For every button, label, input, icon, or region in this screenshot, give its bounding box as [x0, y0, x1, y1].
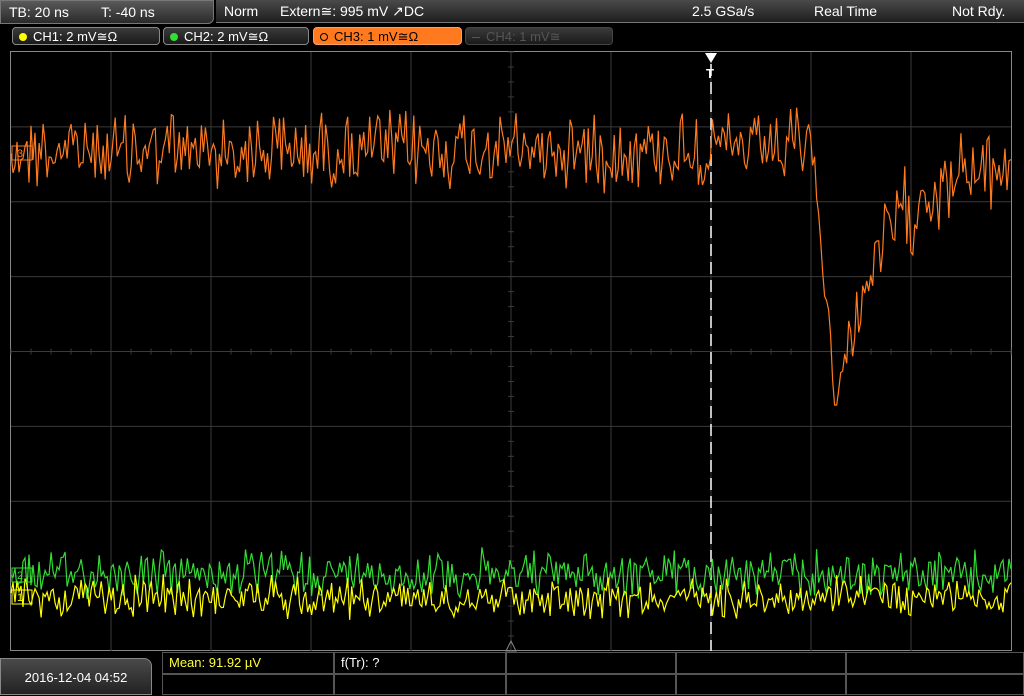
measurement-slot-3[interactable]: [506, 652, 676, 674]
scope-graticule: T 3 2 1: [10, 51, 1012, 652]
measurement-slot-8[interactable]: [506, 674, 676, 695]
ch3-ground-marker[interactable]: 3: [11, 145, 33, 161]
trigger-marker-label: T: [706, 66, 714, 81]
trigger-arrow-icon[interactable]: [705, 53, 717, 63]
mean-measurement[interactable]: Mean: 91.92 µV: [162, 652, 334, 674]
measurement-panel: Mean: 91.92 µV f(Tr): ?: [162, 652, 1024, 695]
svg-text:2: 2: [17, 570, 23, 582]
measurement-slot-6[interactable]: [162, 674, 334, 695]
footer: 2016-12-04 04:52 Mean: 91.92 µV f(Tr): ?: [0, 652, 1024, 695]
measurement-slot-10[interactable]: [846, 674, 1024, 695]
graticule-grid: [10, 51, 1012, 652]
measurement-slot-4[interactable]: [676, 652, 846, 674]
datetime-display: 2016-12-04 04:52: [0, 658, 152, 695]
measurement-slot-5[interactable]: [846, 652, 1024, 674]
frequency-measurement[interactable]: f(Tr): ?: [334, 652, 506, 674]
svg-text:1: 1: [17, 592, 23, 604]
measurement-slot-9[interactable]: [676, 674, 846, 695]
measurement-slot-7[interactable]: [334, 674, 506, 695]
svg-text:3: 3: [17, 148, 23, 160]
